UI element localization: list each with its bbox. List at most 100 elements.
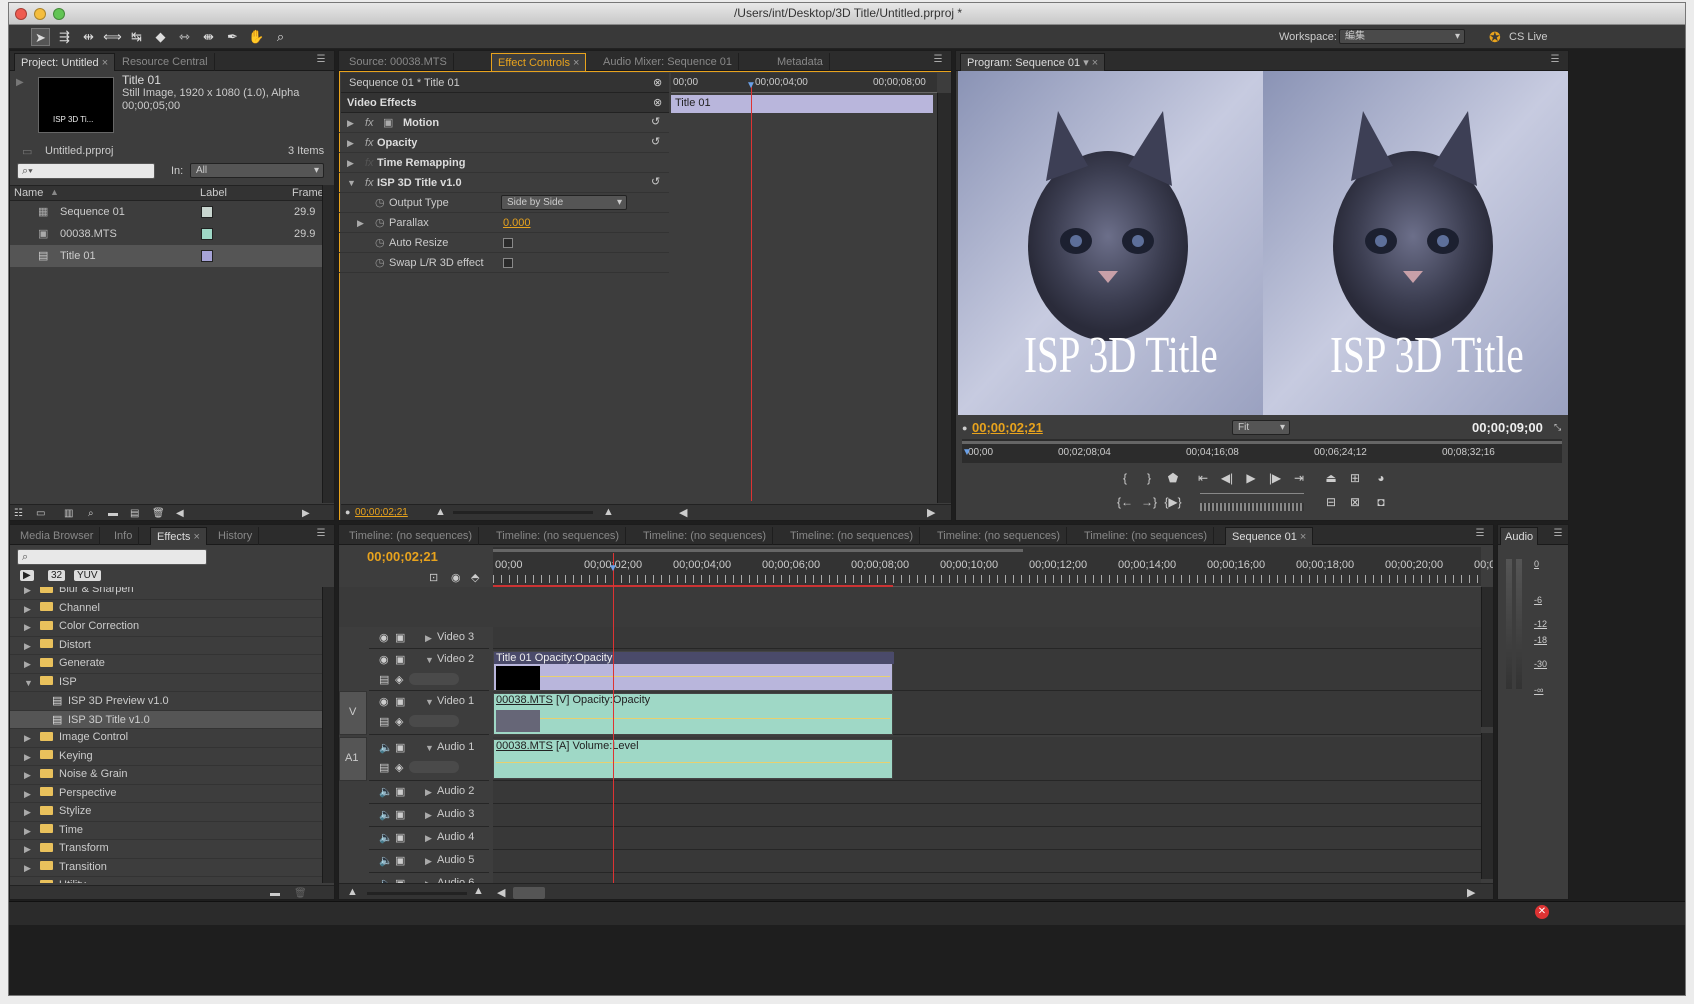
collapse-triangle-icon[interactable]: ▼ xyxy=(425,697,434,707)
icon-view-icon[interactable]: ▭ xyxy=(36,508,45,519)
lock-track-icon[interactable]: ▣ xyxy=(395,653,405,666)
title-clip[interactable]: Title 01 Opacity:Opacity xyxy=(493,651,894,691)
reset-icon[interactable]: ↺ xyxy=(651,135,660,148)
video-scrollbar[interactable] xyxy=(1481,587,1493,727)
hand-tool-icon[interactable]: ✋ xyxy=(247,28,266,46)
keyframe-icon[interactable]: ◈ xyxy=(395,761,403,774)
effect-folder[interactable]: ▶ Blur & Sharpen xyxy=(10,587,322,600)
lock-track-icon[interactable]: ▣ xyxy=(395,741,405,754)
tab-timeline-empty[interactable]: Timeline: (no sequences) xyxy=(343,527,480,545)
safe-margins-icon[interactable]: ⊞ xyxy=(1346,469,1364,487)
set-marker-icon[interactable]: ⬟ xyxy=(1164,469,1182,487)
track-lane[interactable] xyxy=(493,850,1481,873)
expand-triangle-icon[interactable]: ▶ xyxy=(24,863,31,874)
play-icon[interactable]: ▶ xyxy=(1242,469,1260,487)
effect-folder[interactable]: ▶ Stylize xyxy=(10,803,322,822)
new-item-icon[interactable]: ▤ xyxy=(130,508,139,519)
effects-scrollbar[interactable] xyxy=(322,587,334,883)
expand-triangle-icon[interactable]: ▶ xyxy=(425,787,432,798)
trim-icon[interactable]: ⊟ xyxy=(1322,493,1340,511)
step-forward-icon[interactable]: |▶ xyxy=(1266,469,1284,487)
effect-folder[interactable]: ▶ Perspective xyxy=(10,785,322,803)
panel-menu-icon[interactable]: ☰ xyxy=(313,54,329,68)
track-lane[interactable] xyxy=(493,804,1481,827)
export-frame-icon[interactable]: ◘ xyxy=(1372,493,1390,511)
slip-tool-icon[interactable]: ⇿ xyxy=(175,28,194,46)
timeline-zoom-slider[interactable] xyxy=(367,892,467,895)
track-audio-2[interactable]: 🔈 ▣ ▶ Audio 2 xyxy=(369,781,489,804)
tab-audio-meters[interactable]: Audio xyxy=(1500,527,1539,545)
rate-stretch-tool-icon[interactable]: ↹ xyxy=(127,28,146,46)
effects-search-input[interactable]: ⌕ xyxy=(17,549,207,565)
display-style-icon[interactable]: ▤ xyxy=(379,761,389,774)
effect-item[interactable]: ▤ ISP 3D Preview v1.0 xyxy=(10,692,322,711)
stopwatch-icon[interactable]: ◷ xyxy=(375,216,385,229)
lock-track-icon[interactable]: ▣ xyxy=(395,854,405,867)
yuv-effects-icon[interactable]: YUV xyxy=(74,570,101,581)
tab-timeline-empty[interactable]: Timeline: (no sequences) xyxy=(931,527,1068,545)
fx-icon[interactable]: fx xyxy=(365,117,374,129)
new-bin-icon[interactable]: ▬ xyxy=(108,508,118,519)
extract-icon[interactable]: ⊠ xyxy=(1346,493,1364,511)
track-video-3[interactable]: ◉ ▣ ▶ Video 3 xyxy=(369,627,489,649)
set-in-point-icon[interactable]: { xyxy=(1116,469,1134,487)
display-style-icon[interactable]: ▤ xyxy=(379,715,389,728)
effect-folder[interactable]: ▶ Channel xyxy=(10,600,322,618)
set-out-point-icon[interactable]: } xyxy=(1140,469,1158,487)
track-audio-1[interactable]: 🔈 ▣ ▼ Audio 1 ▤ ◈ xyxy=(369,737,489,781)
ec-timecode[interactable]: 00;00;02;21 xyxy=(355,507,408,518)
lock-track-icon[interactable]: ▣ xyxy=(395,808,405,821)
speaker-icon[interactable]: 🔈 xyxy=(379,741,393,754)
swap-lr-checkbox[interactable] xyxy=(503,258,513,268)
razor-tool-icon[interactable]: ◆ xyxy=(151,28,170,46)
effect-time-remapping[interactable]: ▶ fx Time Remapping xyxy=(339,153,669,173)
selection-tool-icon[interactable]: ➤ xyxy=(31,28,50,46)
tab-info[interactable]: Info xyxy=(108,527,140,545)
collapse-triangle-icon[interactable]: ▼ xyxy=(347,178,356,188)
expand-triangle-icon[interactable]: ▶ xyxy=(24,881,31,883)
list-item[interactable]: ▣ 00038.MTS 29.9 xyxy=(10,223,322,245)
scroll-left-icon[interactable]: ◀ xyxy=(679,506,687,519)
step-back-icon[interactable]: ◀| xyxy=(1218,469,1236,487)
expand-icon[interactable]: ⊗ xyxy=(653,76,662,89)
fit-select[interactable]: Fit ▾ xyxy=(1232,420,1290,435)
shuttle-slider[interactable] xyxy=(1200,493,1304,499)
stopwatch-icon[interactable]: ◷ xyxy=(375,256,385,269)
scroll-right-icon[interactable]: ▶ xyxy=(1467,886,1475,899)
zoom-out-icon[interactable]: ▲ xyxy=(435,506,446,518)
go-to-previous-edit-icon[interactable]: {← xyxy=(1116,493,1134,511)
reset-icon[interactable]: ↺ xyxy=(651,175,660,188)
column-label[interactable]: Label xyxy=(200,187,227,199)
tab-effect-controls[interactable]: Effect Controls × xyxy=(491,53,587,71)
program-ruler[interactable]: 00;00 00;02;08;04 00;04;16;08 00;06;24;1… xyxy=(962,439,1562,463)
cs-live-button[interactable]: CS Live xyxy=(1509,31,1548,43)
label-swatch[interactable] xyxy=(201,250,213,262)
keyframe-navigator[interactable] xyxy=(409,673,459,685)
keyframe-icon[interactable]: ◈ xyxy=(395,673,403,686)
collapse-triangle-icon[interactable]: ▼ xyxy=(425,655,434,665)
effect-isp-3d-title[interactable]: ▼ fx ISP 3D Title v1.0 ↺ xyxy=(339,173,669,193)
effect-item[interactable]: ▤ ISP 3D Title v1.0 xyxy=(10,710,322,729)
workspace-select[interactable]: 編集 ▾ xyxy=(1339,29,1465,44)
slide-tool-icon[interactable]: ⇼ xyxy=(199,28,218,46)
label-swatch[interactable] xyxy=(201,206,213,218)
keyframe-navigator[interactable] xyxy=(409,715,459,727)
track-video-2[interactable]: ◉ ▣ ▼ Video 2 ▤ ◈ xyxy=(369,649,489,691)
speaker-icon[interactable]: 🔈 xyxy=(379,854,393,867)
expand-triangle-icon[interactable]: ▶ xyxy=(24,587,31,596)
playhead-marker-icon[interactable]: ▼ xyxy=(962,447,972,458)
ec-clip-bar[interactable]: Title 01 xyxy=(671,95,933,113)
fx-icon[interactable]: fx xyxy=(365,177,374,189)
timeline-ruler[interactable]: 00;0000;00;02;0000;00;04;0000;00;06;0000… xyxy=(493,547,1493,587)
expand-triangle-icon[interactable]: ▶ xyxy=(425,633,432,644)
effect-folder[interactable]: ▶ Distort xyxy=(10,637,322,655)
panel-menu-icon[interactable]: ☰ xyxy=(313,528,329,542)
effect-folder[interactable]: ▶ Noise & Grain xyxy=(10,766,322,785)
eye-icon[interactable]: ◉ xyxy=(379,631,389,644)
program-video-frame[interactable]: ISP 3D Title ISP 3D Title xyxy=(958,71,1568,415)
expand-triangle-icon[interactable]: ▶ xyxy=(24,622,31,633)
play-in-to-out-icon[interactable]: {▶} xyxy=(1164,493,1182,511)
tab-metadata[interactable]: Metadata xyxy=(771,53,830,71)
fullscreen-icon[interactable]: ⤡ xyxy=(1554,422,1561,433)
tab-project[interactable]: Project: Untitled × xyxy=(14,53,116,71)
